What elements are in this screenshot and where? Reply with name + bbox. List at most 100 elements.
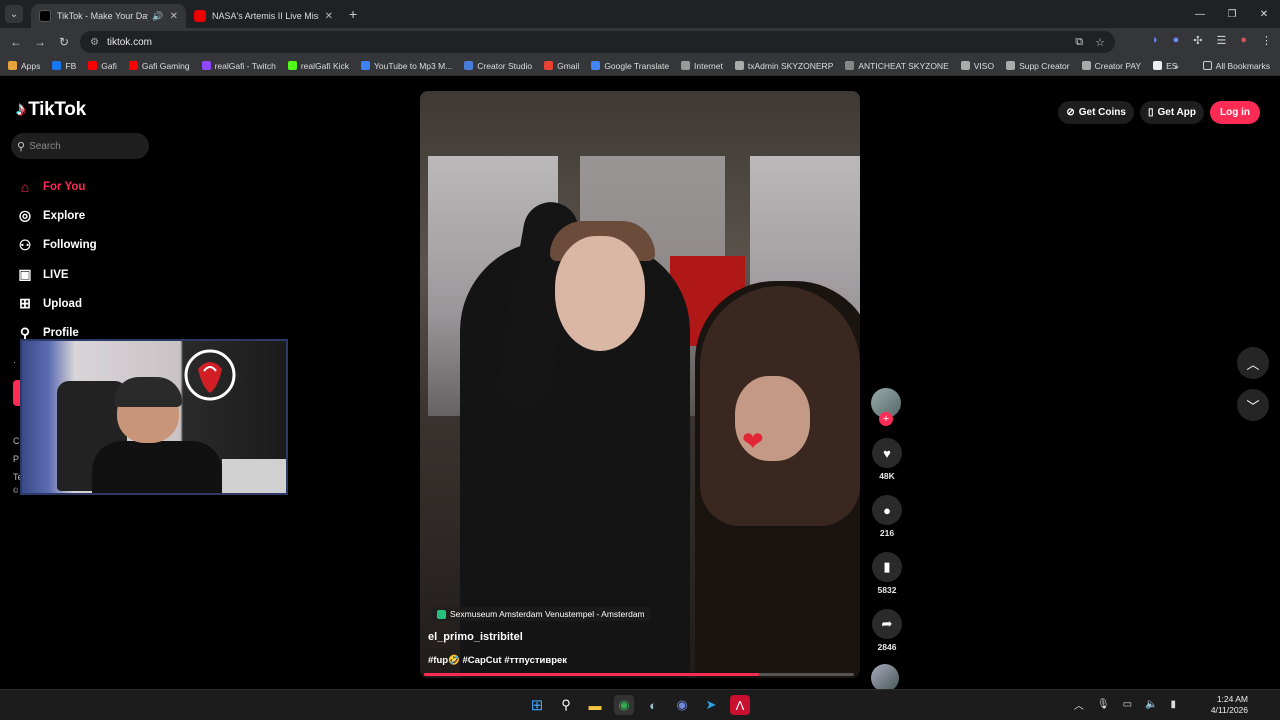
bookmark-item[interactable]: Creator PAY <box>1081 60 1142 71</box>
app-icon[interactable]: Λ <box>730 695 750 715</box>
telegram-icon[interactable]: ➤ <box>701 695 721 715</box>
compass-icon: ◎ <box>18 207 32 224</box>
url-bar[interactable]: ⚙ tiktok.com ⧉ ☆ <box>80 31 1115 53</box>
install-app-icon[interactable]: ⧉ <box>1075 36 1083 49</box>
share-icon[interactable]: ➦ <box>872 609 902 639</box>
bookmark-favicon-icon <box>1006 61 1016 70</box>
next-video-button[interactable]: ﹀ <box>1237 389 1269 421</box>
bookmark-label: Gafi Gaming <box>141 60 190 71</box>
coin-icon: ⊘ <box>1066 107 1075 118</box>
sidebar-item-label: Profile <box>43 327 79 340</box>
taskbar-clock[interactable]: 1:24 AM 4/11/2026 <box>1211 694 1248 716</box>
extension-icon[interactable]: ● <box>1173 34 1180 47</box>
tab-search-button[interactable]: ⌄ <box>5 5 23 23</box>
close-window-icon[interactable]: ✕ <box>1248 0 1280 28</box>
get-coins-button[interactable]: ⊘ Get Coins <box>1058 101 1134 124</box>
forward-icon[interactable]: → <box>28 35 52 49</box>
back-icon[interactable]: ← <box>4 35 28 49</box>
login-button[interactable]: Log in <box>1210 101 1260 124</box>
music-disc-avatar[interactable] <box>871 664 899 692</box>
bookmark-item[interactable]: Apps <box>8 61 40 71</box>
microphone-icon[interactable]: 🎙 <box>1097 699 1110 710</box>
close-tab-icon[interactable]: ✕ <box>325 11 333 22</box>
speaker-icon[interactable]: 🔈 <box>1145 699 1157 710</box>
puzzle-icon[interactable]: ✣ <box>1193 34 1202 47</box>
bookmark-item[interactable]: Supp Creator <box>1006 61 1070 71</box>
bookmark-item[interactable]: Google Translate <box>591 61 669 71</box>
video-caption[interactable]: #fup🤣 #CapCut #ттпустиврек <box>428 655 567 666</box>
bookmark-icon[interactable]: ▮ <box>872 552 902 582</box>
speaker-icon[interactable]: 🔊 <box>152 11 163 22</box>
bookmark-item[interactable]: realGafi Kick <box>287 61 349 71</box>
chevron-down-icon: ﹀ <box>1246 398 1260 414</box>
video-username[interactable]: el_primo_istribitel <box>428 631 523 643</box>
bookmark-item[interactable]: txAdmin SKYZONERP <box>734 61 833 71</box>
bookmark-label: Supp Creator <box>1019 60 1070 71</box>
comment-icon[interactable]: ● <box>872 495 902 525</box>
steam-icon[interactable]: ◐ <box>643 695 663 715</box>
bookmark-item[interactable]: Creator Studio <box>464 61 532 71</box>
youtube-favicon-icon <box>194 10 206 22</box>
sidebar-item-explore[interactable]: ◎ Explore <box>16 201 97 230</box>
bookmark-item[interactable]: Gmail <box>544 61 579 71</box>
reload-icon[interactable]: ↻ <box>52 35 76 49</box>
search-icon[interactable]: ⚲ <box>556 695 576 715</box>
restore-icon[interactable]: ❐ <box>1216 0 1248 28</box>
discord-icon[interactable]: ◉ <box>672 695 692 715</box>
sidebar-item-label: Upload <box>43 297 82 310</box>
more-menu-icon[interactable]: ⋮ <box>1261 34 1272 47</box>
all-bookmarks-button[interactable]: All Bookmarks <box>1202 60 1270 71</box>
tiktok-page: ♪ TikTok ⚲ Search ⌂ For You ◎ Explore ⚇ Follo… <box>0 77 1280 692</box>
minimize-icon[interactable]: — <box>1184 0 1216 28</box>
location-tag[interactable]: Sexmuseum Amsterdam Venustempel - Amster… <box>432 607 650 621</box>
windows-taskbar: ⊞ ⚲ ▬ ◉ ◐ ◉ ➤ Λ ︿ 🎙 ▭ 🔈 ▮ 1:24 AM 4/11/2… <box>0 689 1280 720</box>
sidebar-item-following[interactable]: ⚇ Following <box>16 231 97 260</box>
chevron-up-icon[interactable]: ︿ <box>1074 697 1084 712</box>
search-placeholder: Search <box>29 140 61 152</box>
get-app-button[interactable]: ▯ Get App <box>1139 101 1204 124</box>
video-progress-bar[interactable] <box>424 673 854 676</box>
site-info-icon[interactable]: ⚙ <box>90 37 99 48</box>
header-actions: ⊘ Get Coins ▯ Get App Log in <box>1058 101 1260 124</box>
bookmark-item[interactable]: YouTube to Mp3 M... <box>361 61 452 71</box>
bookmark-item[interactable]: Internet <box>681 61 723 71</box>
windows-start-icon[interactable]: ⊞ <box>527 695 547 715</box>
creator-avatar[interactable]: + <box>871 388 901 426</box>
search-input[interactable]: ⚲ Search <box>11 133 149 159</box>
reading-list-icon[interactable]: ☰ <box>1216 34 1226 47</box>
bookmark-label: Google Translate <box>604 60 670 71</box>
browser-tab-bar: ⌄ TikTok - Make Your Day 🔊 ✕ NASA's Arte… <box>0 0 1280 28</box>
sidebar-item-live[interactable]: ▣ LIVE <box>16 260 97 289</box>
file-explorer-icon[interactable]: ▬ <box>585 695 605 715</box>
tiktok-logo[interactable]: ♪ TikTok <box>16 99 86 121</box>
bookmark-label: Creator PAY <box>1094 60 1142 71</box>
profile-avatar-icon[interactable]: ● <box>1240 34 1247 47</box>
heart-icon[interactable]: ♥ <box>872 438 902 468</box>
bookmark-item[interactable]: ANTICHEAT SKYZONE <box>845 61 949 71</box>
more-bookmarks-icon[interactable]: » <box>1174 61 1179 71</box>
sidebar-item-for-you[interactable]: ⌂ For You <box>16 172 97 201</box>
tab-tiktok[interactable]: TikTok - Make Your Day 🔊 ✕ <box>31 4 186 28</box>
close-tab-icon[interactable]: ✕ <box>170 11 178 22</box>
url-text: tiktok.com <box>106 36 152 48</box>
tab-nasa[interactable]: NASA's Artemis II Live Mission ✕ <box>186 4 341 28</box>
extension-icon[interactable]: ◗ <box>1152 34 1159 47</box>
folder-icon <box>1202 61 1212 70</box>
network-icon[interactable]: ▭ <box>1123 699 1132 710</box>
bookmark-item[interactable]: Gafi Gaming <box>128 60 190 71</box>
bookmark-item[interactable]: FB <box>52 61 76 71</box>
follow-plus-icon[interactable]: + <box>879 412 893 426</box>
bookmark-item[interactable]: Gafi <box>88 61 117 71</box>
all-bookmarks-label: All Bookmarks <box>1215 60 1270 71</box>
battery-icon[interactable]: ▮ <box>1170 699 1176 710</box>
new-tab-button[interactable]: + <box>349 6 357 22</box>
chrome-icon[interactable]: ◉ <box>614 695 634 715</box>
home-icon: ⌂ <box>20 178 30 195</box>
video-player[interactable]: ❤ Sexmuseum Amsterdam Venustempel - Amst… <box>420 91 860 678</box>
bookmark-item[interactable]: realGafi - Twitch <box>201 61 276 71</box>
sidebar-item-upload[interactable]: ⊞ Upload <box>16 289 97 318</box>
live-icon: ▣ <box>18 266 32 283</box>
bookmark-star-icon[interactable]: ☆ <box>1095 36 1105 49</box>
previous-video-button[interactable]: ︿ <box>1237 347 1269 379</box>
bookmark-item[interactable]: VISO <box>960 61 994 71</box>
